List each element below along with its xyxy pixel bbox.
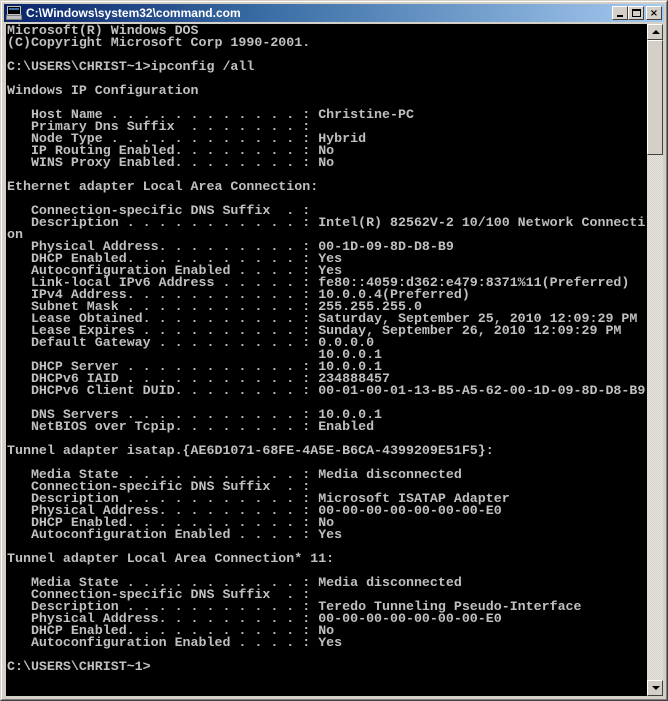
- scroll-up-button[interactable]: [647, 24, 663, 40]
- console-line: Autoconfiguration Enabled . . . . : Yes: [7, 635, 343, 650]
- console-line: Tunnel adapter isatap.{AE6D1071-68FE-4A5…: [7, 443, 494, 458]
- console-line: (C)Copyright Microsoft Corp 1990-2001.: [7, 35, 311, 50]
- console-line: C:\USERS\CHRIST~1>ipconfig /all: [7, 59, 255, 74]
- maximize-button[interactable]: [628, 6, 644, 20]
- console-line: Ethernet adapter Local Area Connection:: [7, 179, 319, 194]
- console-window-icon[interactable]: [6, 6, 22, 20]
- console-line: DHCPv6 Client DUID. . . . . . . . : 00-0…: [7, 383, 646, 398]
- console-line: Tunnel adapter Local Area Connection* 11…: [7, 551, 335, 566]
- console-line: Autoconfiguration Enabled . . . . : Yes: [7, 527, 343, 542]
- console-line: WINS Proxy Enabled. . . . . . . . : No: [7, 155, 335, 170]
- keyboard-icon-part: [6, 15, 22, 20]
- monitor-icon-part: [7, 6, 21, 15]
- arrow-up-icon: [652, 30, 660, 34]
- minimize-icon: [617, 15, 623, 17]
- console-line: NetBIOS over Tcpip. . . . . . . . : Enab…: [7, 419, 375, 434]
- console-output[interactable]: Microsoft(R) Windows DOS (C)Copyright Mic…: [6, 24, 647, 696]
- maximize-icon: [632, 9, 641, 17]
- window-title: C:\Windows\system32\command.com: [26, 6, 241, 20]
- console-line: Description . . . . . . . . . . . : Inte…: [7, 215, 646, 230]
- vertical-scrollbar[interactable]: [647, 24, 663, 696]
- close-button[interactable]: ×: [646, 6, 662, 20]
- title-bar[interactable]: C:\Windows\system32\command.com ×: [4, 4, 664, 22]
- scrollbar-thumb[interactable]: [647, 40, 663, 155]
- scroll-down-button[interactable]: [647, 680, 663, 696]
- window-controls: ×: [612, 6, 662, 20]
- close-icon: ×: [649, 7, 659, 19]
- console-line: Windows IP Configuration: [7, 83, 199, 98]
- console-text: Microsoft(R) Windows DOS (C)Copyright Mic…: [6, 24, 647, 673]
- minimize-button[interactable]: [612, 6, 628, 20]
- console-line: C:\USERS\CHRIST~1>: [7, 659, 151, 674]
- arrow-down-icon: [652, 686, 660, 690]
- console-window: C:\Windows\system32\command.com × Micros…: [0, 0, 668, 701]
